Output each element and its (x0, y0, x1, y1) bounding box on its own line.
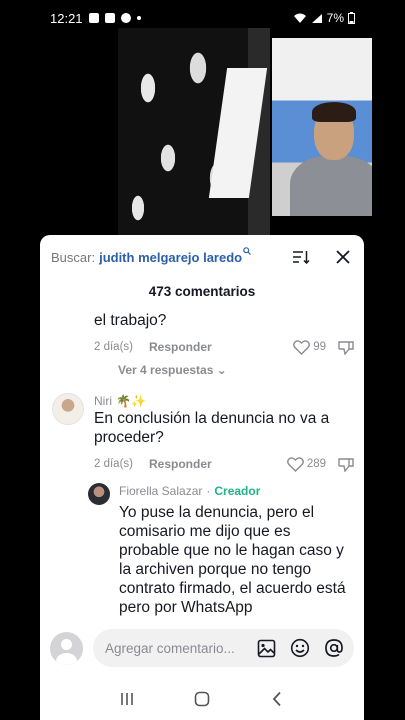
comment-meta: 2 día(s) Responder 289 (94, 453, 354, 475)
screen: 12:21 7% Buscar: judith melgarejo laredo (0, 0, 405, 720)
thumbs-down-icon (338, 457, 354, 472)
comments-sheet: Buscar: judith melgarejo laredo 473 come… (40, 235, 364, 720)
username-emoji: 🌴✨ (116, 394, 146, 408)
video-pip-feed[interactable] (272, 38, 372, 216)
dislike-button[interactable] (338, 457, 354, 472)
view-replies-link[interactable]: Ver 4 respuestas ⌄ (118, 363, 227, 377)
youtube-icon (104, 13, 115, 23)
heart-icon (286, 456, 304, 472)
signal-icon (311, 13, 322, 23)
comment-item: Niri 🌴✨ En conclusión la denuncia no va … (52, 393, 354, 475)
comment-input-box[interactable] (93, 629, 354, 667)
home-icon[interactable] (190, 687, 214, 711)
comment-meta: 2 día(s) Responder 99 (94, 336, 354, 358)
search-term-link[interactable]: judith melgarejo laredo (99, 250, 242, 265)
username-separator: · (206, 484, 211, 498)
user-avatar (50, 631, 83, 665)
back-icon[interactable] (265, 687, 289, 711)
more-notifications-icon (136, 16, 141, 20)
wifi-icon (293, 13, 306, 23)
comment-input[interactable] (105, 640, 245, 656)
comment-text: el trabajo? (94, 312, 167, 329)
video-main-feed[interactable] (118, 28, 270, 238)
thumbs-down-icon (338, 340, 354, 355)
comment-username[interactable]: Niri 🌴✨ (94, 393, 354, 409)
reply-button[interactable]: Responder (149, 340, 212, 354)
username-text: Niri (94, 394, 112, 408)
comment-age: 2 día(s) (94, 458, 133, 470)
avatar[interactable] (52, 393, 84, 425)
pip-person-hair (312, 102, 356, 122)
comment-count: 473 comentarios (148, 284, 256, 299)
like-count: 289 (306, 458, 326, 470)
emoji-icon[interactable] (290, 638, 310, 658)
username-text: Fiorella Salazar (119, 484, 203, 498)
comment-item: el trabajo? 2 día(s) Responder 99 (94, 311, 354, 358)
close-icon[interactable] (333, 247, 353, 267)
like-count: 99 (313, 341, 326, 353)
notification-icon (88, 13, 99, 23)
system-nav-bar (40, 678, 364, 720)
like-button[interactable]: 289 (286, 456, 326, 472)
image-icon[interactable] (256, 638, 276, 658)
reply-item: Fiorella Salazar · Creador Yo puse la de… (88, 483, 354, 617)
reply-button[interactable]: Responder (149, 457, 212, 471)
recent-apps-icon[interactable] (115, 687, 139, 711)
like-button[interactable]: 99 (293, 339, 326, 355)
heart-icon (293, 339, 311, 355)
sort-icon[interactable] (291, 247, 311, 267)
comment-text: Yo puse la denuncia, pero el comisario m… (119, 504, 346, 616)
comment-list: el trabajo? 2 día(s) Responder 99 Ver 4 … (40, 305, 364, 635)
battery-level: 7% (326, 11, 344, 25)
sheet-header: Buscar: judith melgarejo laredo (40, 235, 364, 279)
comment-composer (40, 627, 364, 669)
comment-age: 2 día(s) (94, 341, 133, 353)
battery-icon (348, 12, 355, 24)
creator-badge: Creador (214, 484, 261, 498)
mention-icon[interactable] (324, 638, 344, 658)
whatsapp-icon (120, 13, 131, 23)
comment-text: En conclusión la denuncia no va a proced… (94, 410, 330, 446)
pip-person-body (290, 156, 372, 216)
avatar[interactable] (88, 483, 110, 505)
clock: 12:21 (50, 10, 83, 26)
search-prefix: Buscar: (51, 249, 96, 265)
search-icon[interactable] (243, 246, 252, 258)
comment-username[interactable]: Fiorella Salazar · Creador (119, 483, 354, 499)
dislike-button[interactable] (338, 340, 354, 355)
